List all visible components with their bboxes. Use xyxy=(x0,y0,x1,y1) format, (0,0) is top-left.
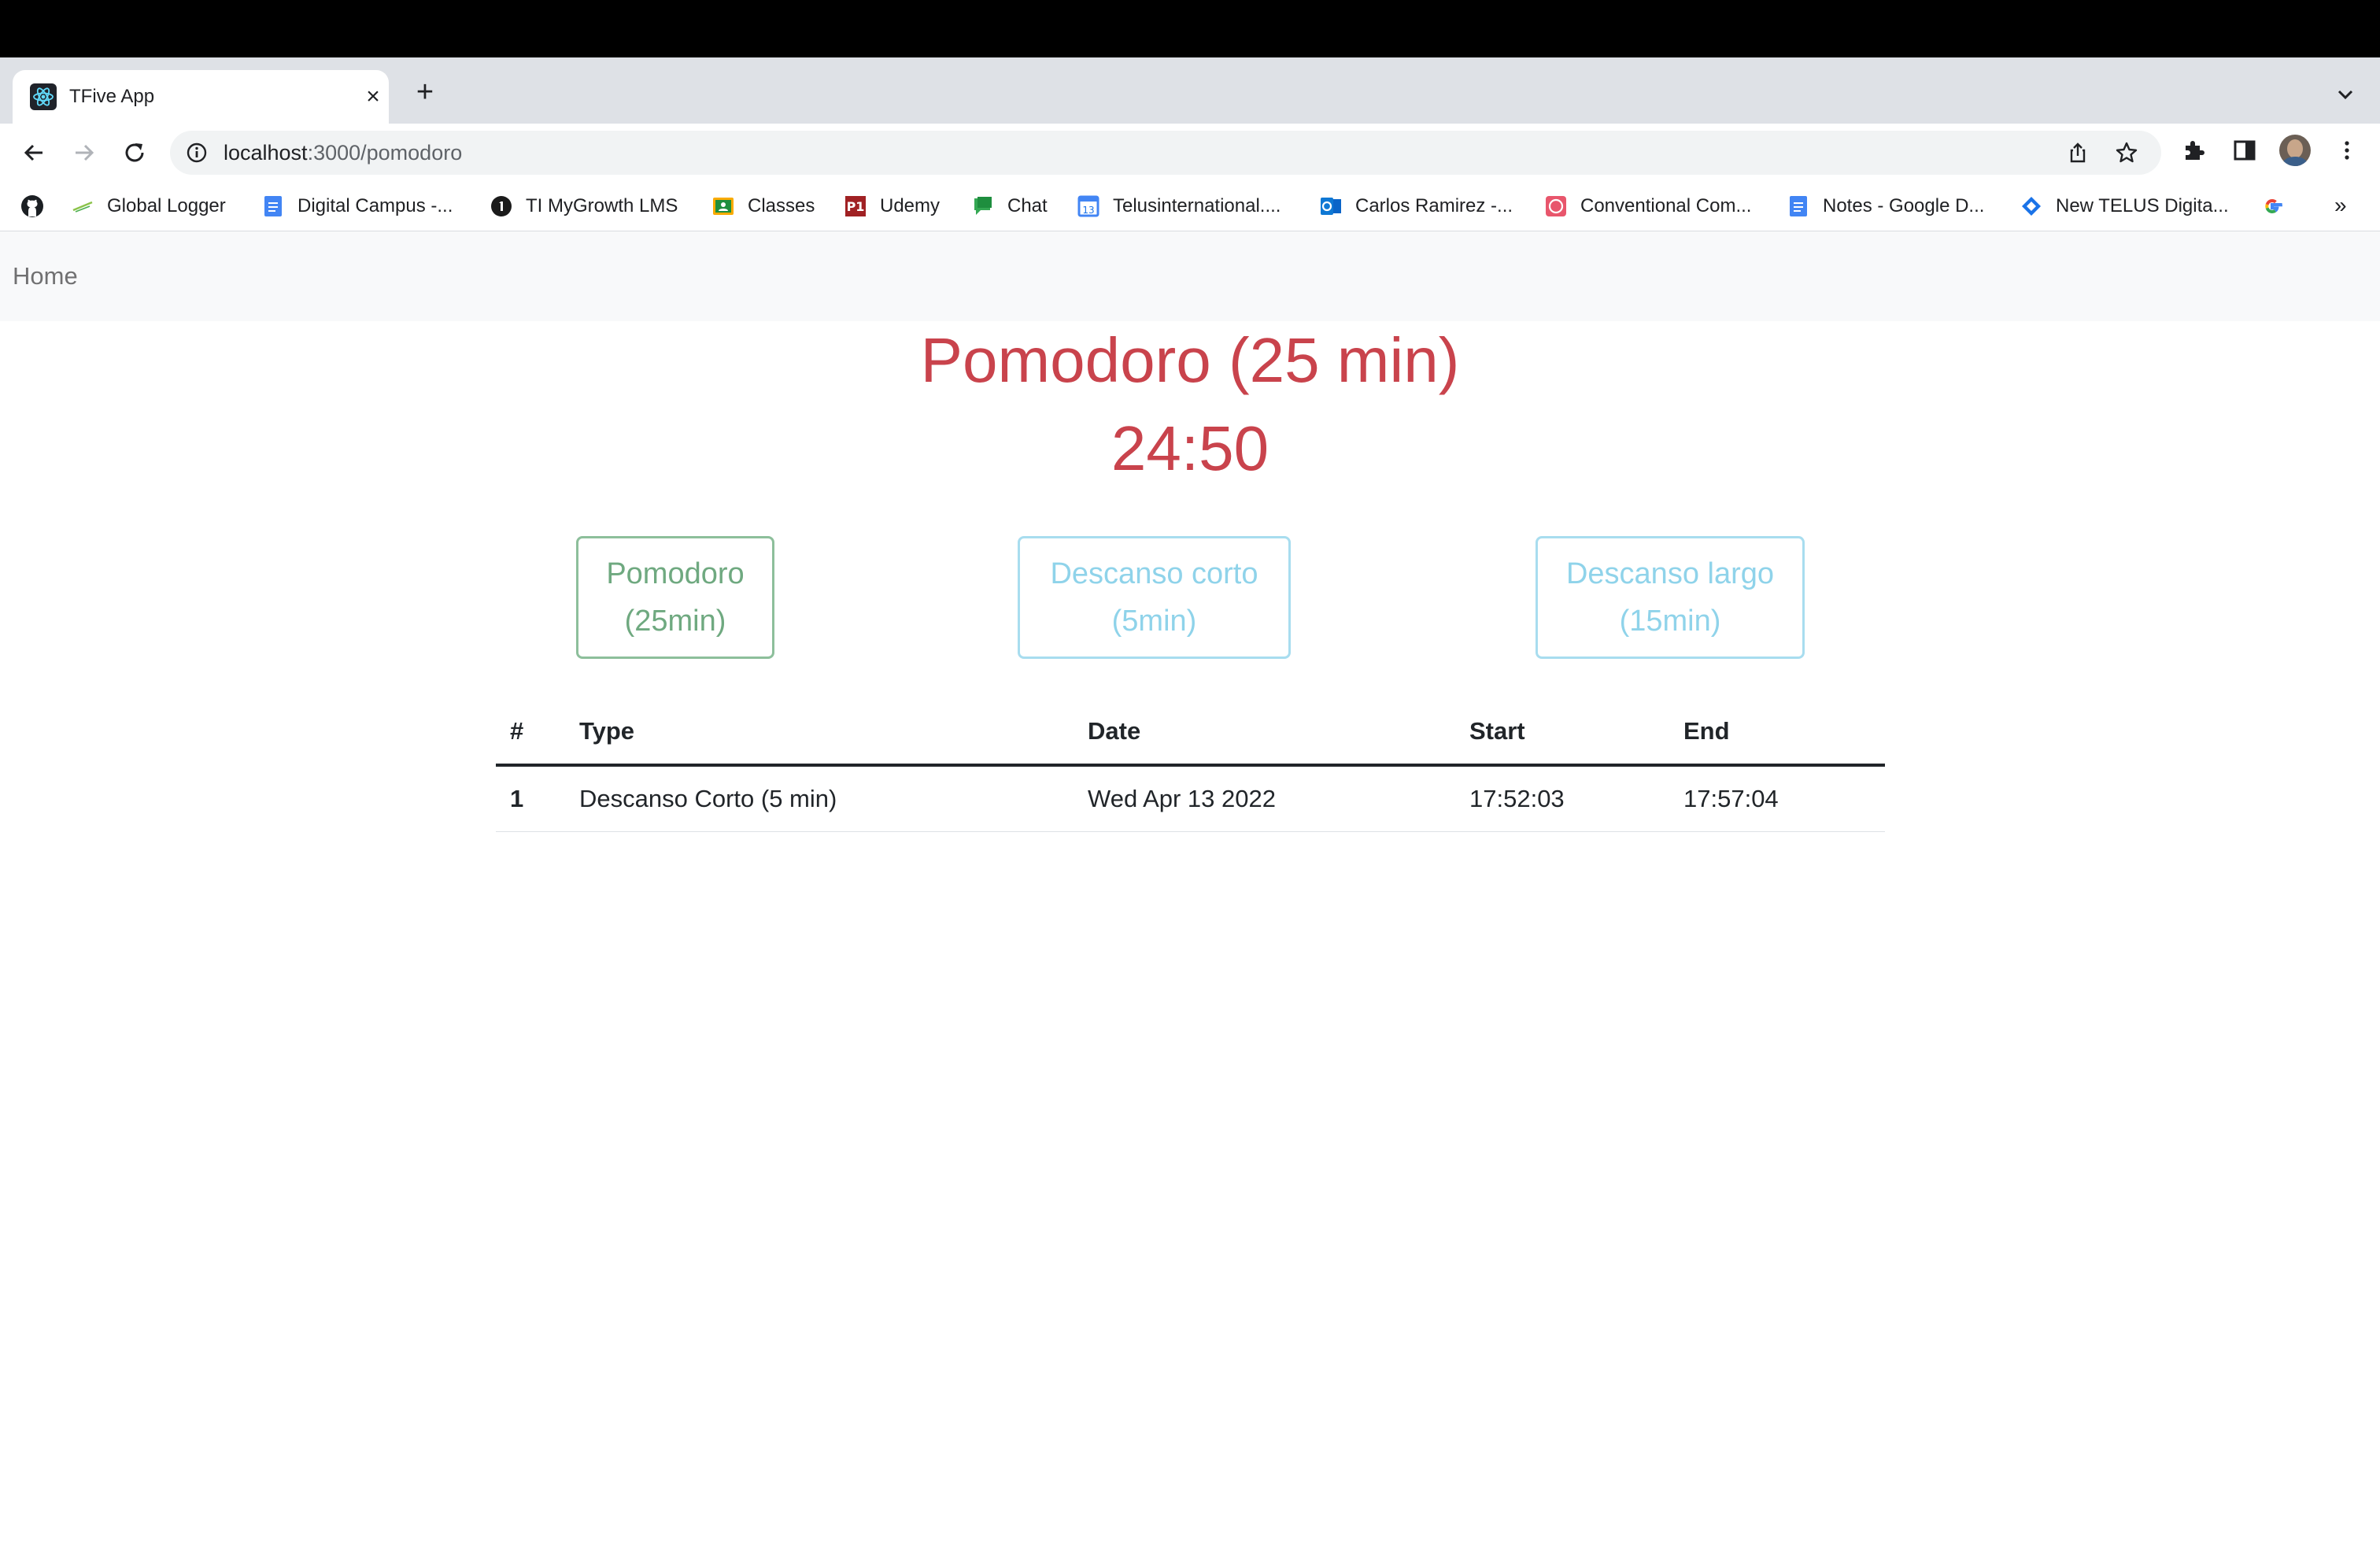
svg-text:13: 13 xyxy=(1082,205,1094,216)
bookmark-label: Telusinternational.... xyxy=(1113,195,1281,216)
bookmark-google[interactable] xyxy=(2260,193,2297,220)
side-panel-icon[interactable] xyxy=(2230,136,2259,165)
row-end: 17:57:04 xyxy=(1669,765,1885,832)
classroom-icon xyxy=(713,198,734,215)
home-link[interactable]: Home xyxy=(13,261,78,291)
bookmark-global-logger[interactable]: Global Logger xyxy=(71,193,226,220)
bookmark-label: Classes xyxy=(748,195,815,216)
bookmarks-bar: Global Logger Digital Campus -... TI MyG… xyxy=(0,182,2380,231)
mygrowth-icon xyxy=(491,196,512,216)
tab-title: TFive App xyxy=(69,86,155,107)
bookmark-telus-digital[interactable]: New TELUS Digita... xyxy=(2020,193,2229,220)
browser-tab[interactable]: TFive App × xyxy=(13,70,389,124)
bookmark-udemy[interactable]: P1 Udemy xyxy=(844,193,940,220)
bookmarks-overflow-button[interactable]: » xyxy=(2334,193,2347,218)
back-arrow-icon[interactable] xyxy=(17,136,50,169)
bookmark-classes[interactable]: Classes xyxy=(711,193,815,220)
calendar-icon: 13 xyxy=(1077,195,1099,217)
bookmark-label: Chat xyxy=(1007,195,1048,216)
history-table: # Type Date Start End 1 Descanso Corto (… xyxy=(496,699,1885,832)
google-docs-icon xyxy=(1790,196,1807,216)
telus-diamond-icon xyxy=(2022,197,2041,216)
forward-arrow-icon[interactable] xyxy=(68,136,101,169)
pomodoro-button-label: Pomodoro (25min) xyxy=(606,557,745,638)
column-header-date: Date xyxy=(1074,699,1455,767)
mode-title: Pomodoro (25 min) xyxy=(920,325,1460,395)
row-number: 1 xyxy=(496,765,565,832)
global-logger-icon xyxy=(72,201,93,213)
bookmark-label: Notes - Google D... xyxy=(1823,195,1985,216)
share-icon[interactable] xyxy=(2065,140,2090,165)
info-icon[interactable] xyxy=(186,142,208,164)
bookmark-label: Udemy xyxy=(880,195,941,216)
table-header-row: # Type Date Start End xyxy=(496,699,1885,767)
url-path: :3000/pomodoro xyxy=(307,141,463,165)
conventional-icon xyxy=(1546,196,1566,216)
reload-icon[interactable] xyxy=(118,136,151,169)
bookmark-label: Digital Campus -... xyxy=(298,195,453,216)
chevron-down-icon[interactable] xyxy=(2330,79,2361,110)
outlook-icon xyxy=(1321,198,1341,215)
short-break-button-label: Descanso corto (5min) xyxy=(1050,557,1258,638)
bookmark-label: Carlos Ramirez -... xyxy=(1355,195,1513,216)
react-icon xyxy=(30,83,57,110)
browser-toolbar: localhost:3000/pomodoro xyxy=(0,124,2380,182)
app-navbar: Home xyxy=(0,231,2380,321)
close-tab-icon[interactable]: × xyxy=(359,83,387,111)
bookmark-digital-campus[interactable]: Digital Campus -... xyxy=(261,193,453,220)
bookmark-notes[interactable]: Notes - Google D... xyxy=(1787,193,1984,220)
pomodoro-button[interactable]: Pomodoro (25min) xyxy=(576,536,774,659)
column-header-number: # xyxy=(496,699,565,767)
row-start: 17:52:03 xyxy=(1455,765,1669,832)
tab-strip: TFive App × xyxy=(0,57,2380,124)
google-icon xyxy=(2265,198,2282,214)
long-break-button[interactable]: Descanso largo (15min) xyxy=(1536,536,1805,659)
kebab-menu-icon[interactable] xyxy=(2333,136,2361,165)
timer-display: 24:50 xyxy=(1111,413,1269,483)
row-type: Descanso Corto (5 min) xyxy=(565,765,1074,832)
column-header-start: Start xyxy=(1455,699,1669,767)
github-icon xyxy=(21,195,43,217)
svg-text:P1: P1 xyxy=(847,199,865,214)
short-break-button[interactable]: Descanso corto (5min) xyxy=(1018,536,1291,659)
address-bar[interactable]: localhost:3000/pomodoro xyxy=(170,131,2161,175)
bookmark-github[interactable] xyxy=(20,193,57,220)
bookmark-label: New TELUS Digita... xyxy=(2056,195,2229,216)
url-text[interactable]: localhost:3000/pomodoro xyxy=(224,140,462,165)
new-tab-icon[interactable]: + xyxy=(409,76,441,108)
google-chat-icon xyxy=(974,197,992,215)
bookmark-outlook[interactable]: Carlos Ramirez -... xyxy=(1319,193,1513,220)
google-docs-icon xyxy=(264,196,282,216)
bookmark-telusinternational[interactable]: 13 Telusinternational.... xyxy=(1077,193,1281,220)
bookmark-chat[interactable]: Chat xyxy=(971,193,1048,220)
profile-avatar[interactable] xyxy=(2279,135,2311,166)
window-top-bar xyxy=(0,0,2380,57)
url-host: localhost xyxy=(224,141,308,165)
table-row: 1 Descanso Corto (5 min) Wed Apr 13 2022… xyxy=(496,765,1885,832)
extensions-puzzle-icon[interactable] xyxy=(2180,136,2208,165)
long-break-button-label: Descanso largo (15min) xyxy=(1565,557,1775,638)
bookmark-label: TI MyGrowth LMS xyxy=(526,195,678,216)
bookmark-conventional[interactable]: Conventional Com... xyxy=(1544,193,1751,220)
column-header-end: End xyxy=(1669,699,1885,767)
bookmark-label: Conventional Com... xyxy=(1580,195,1752,216)
udemy-icon: P1 xyxy=(845,196,866,216)
row-date: Wed Apr 13 2022 xyxy=(1074,765,1455,832)
column-header-type: Type xyxy=(565,699,1074,767)
bookmark-mygrowth[interactable]: TI MyGrowth LMS xyxy=(490,193,678,220)
bookmark-label: Global Logger xyxy=(107,195,226,216)
bookmark-star-icon[interactable] xyxy=(2114,140,2139,165)
